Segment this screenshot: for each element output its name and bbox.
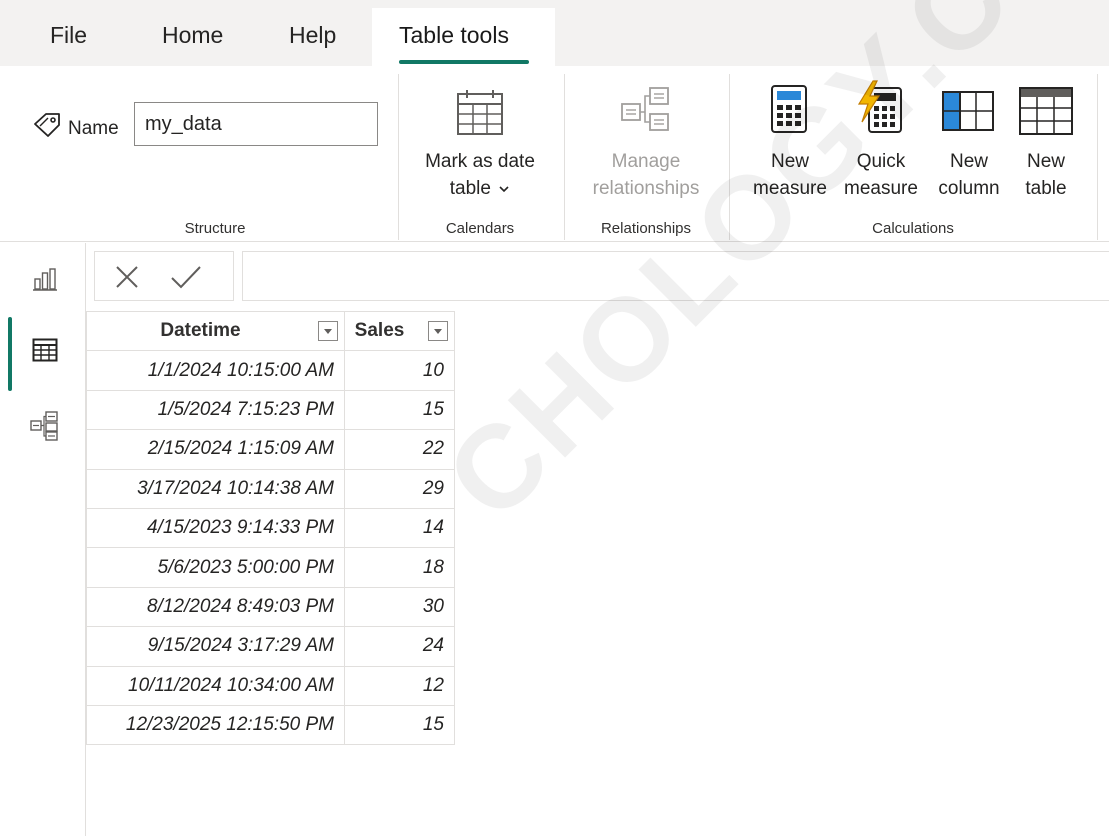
header-row: Datetime Sales [86,310,455,352]
cell-datetime[interactable]: 9/15/2024 3:17:29 AM [86,626,345,667]
tab-file[interactable]: File [50,22,87,49]
calculator-icon [771,85,807,133]
mark-as-date-label-1: Mark as date [425,151,535,172]
checkmark-icon[interactable] [169,263,203,291]
cell-sales[interactable]: 29 [344,468,455,509]
column-header-sales[interactable]: Sales [344,310,455,352]
group-label-structure: Structure [184,220,246,237]
cell-datetime[interactable]: 1/5/2024 7:15:23 PM [86,389,345,431]
new-column-label-1: New [949,151,988,172]
nav-active-indicator [8,317,12,391]
chevron-down-icon [499,186,509,193]
new-table-label-1: New [1026,151,1065,172]
cell-sales[interactable]: 15 [344,704,455,746]
new-measure-label-2: measure [753,178,827,199]
quick-measure-label-2: measure [844,178,918,199]
close-icon[interactable] [113,263,141,291]
table-row[interactable]: 10/11/2024 10:34:00 AM 12 [86,665,455,706]
cell-sales[interactable]: 10 [344,350,455,391]
quick-measure-icon [857,80,902,133]
formula-input[interactable] [242,251,1109,301]
cell-datetime[interactable]: 2/15/2024 1:15:09 AM [86,429,345,470]
cell-sales[interactable]: 18 [344,547,455,588]
new-column-button[interactable]: New column [927,84,1011,214]
table-row[interactable]: 2/15/2024 1:15:09 AM 22 [86,429,455,470]
model-view-icon [30,411,58,441]
mark-as-date-label-2: table [405,176,555,202]
quick-measure-button[interactable]: Quick measure [835,80,927,214]
table-row[interactable]: 3/17/2024 10:14:38 AM 29 [86,468,455,509]
group-divider [729,74,730,240]
grid-body: 1/1/2024 10:15:00 AM 10 1/5/2024 7:15:23 P… [86,350,455,746]
manage-relationships-button[interactable]: Manage relationships [568,84,724,214]
active-tab-indicator [399,60,529,64]
cell-datetime[interactable]: 1/1/2024 10:15:00 AM [86,350,345,391]
group-label-relationships: Relationships [600,220,692,237]
group-divider [564,74,565,240]
nav-table-view[interactable] [0,319,86,379]
table-row[interactable]: 1/1/2024 10:15:00 AM 10 [86,350,455,391]
tab-table-tools[interactable]: Table tools [399,22,509,49]
tab-help[interactable]: Help [289,22,336,49]
new-table-label-2: table [1025,178,1067,199]
filter-dropdown-icon[interactable] [428,321,448,341]
table-row[interactable]: 9/15/2024 3:17:29 AM 24 [86,626,455,667]
nav-report-view[interactable] [0,249,86,309]
cell-datetime[interactable]: 4/15/2023 9:14:33 PM [86,507,345,549]
new-table-button[interactable]: New table [1011,84,1081,214]
table-row[interactable]: 1/5/2024 7:15:23 PM 15 [86,389,455,431]
cell-sales[interactable]: 24 [344,626,455,667]
ribbon-tab-strip: File Home Help Table tools [0,0,1109,66]
cell-datetime[interactable]: 5/6/2023 5:00:00 PM [86,547,345,588]
new-column-icon [942,91,994,131]
new-measure-label-1: New [770,151,809,172]
table-row[interactable]: 4/15/2023 9:14:33 PM 14 [86,507,455,549]
report-view-icon [33,268,57,291]
table-row[interactable]: 5/6/2023 5:00:00 PM 18 [86,547,455,588]
cell-sales[interactable]: 12 [344,665,455,706]
cell-datetime[interactable]: 8/12/2024 8:49:03 PM [86,586,345,628]
group-divider [1097,74,1098,240]
cell-datetime[interactable]: 3/17/2024 10:14:38 AM [86,468,345,509]
column-header-label: Datetime [160,320,241,342]
group-divider [398,74,399,240]
cell-datetime[interactable]: 12/23/2025 12:15:50 PM [86,704,345,746]
calendar-table-icon [457,90,503,135]
cell-sales[interactable]: 14 [344,507,455,549]
column-header-datetime[interactable]: Datetime [86,310,345,352]
cell-sales[interactable]: 22 [344,429,455,470]
table-name-input[interactable] [134,102,378,146]
quick-measure-label-1: Quick [856,151,906,172]
manage-relationships-label-1: Manage [611,151,681,172]
ribbon: Name Structure Mark as date table Calend… [0,66,1109,242]
filter-dropdown-icon[interactable] [318,321,338,341]
cell-sales[interactable]: 30 [344,586,455,628]
formula-bar-buttons [94,251,234,301]
mark-as-date-label-2-text: table [449,178,491,199]
cell-sales[interactable]: 15 [344,389,455,431]
new-column-label-2: column [938,178,1000,199]
new-table-icon [1019,87,1073,135]
nav-model-view[interactable] [0,397,86,457]
new-measure-button[interactable]: New measure [745,84,835,214]
group-label-calendars: Calendars [445,220,515,237]
mark-as-date-table-button[interactable]: Mark as date table [405,84,555,214]
cell-datetime[interactable]: 10/11/2024 10:34:00 AM [86,665,345,706]
tag-icon [34,113,60,137]
table-view-icon [32,338,58,362]
table-row[interactable]: 8/12/2024 8:49:03 PM 30 [86,586,455,628]
tab-home[interactable]: Home [162,22,223,49]
column-header-label: Sales [354,320,405,342]
group-label-calculations: Calculations [872,220,954,237]
name-label: Name [68,118,119,139]
table-row[interactable]: 12/23/2025 12:15:50 PM 15 [86,704,455,746]
relationships-icon [621,87,669,131]
left-nav [0,243,86,836]
data-grid: Datetime Sales 1/1/2024 10:15:00 AM 10 1/5… [86,310,455,746]
manage-relationships-label-2: relationships [592,178,700,199]
